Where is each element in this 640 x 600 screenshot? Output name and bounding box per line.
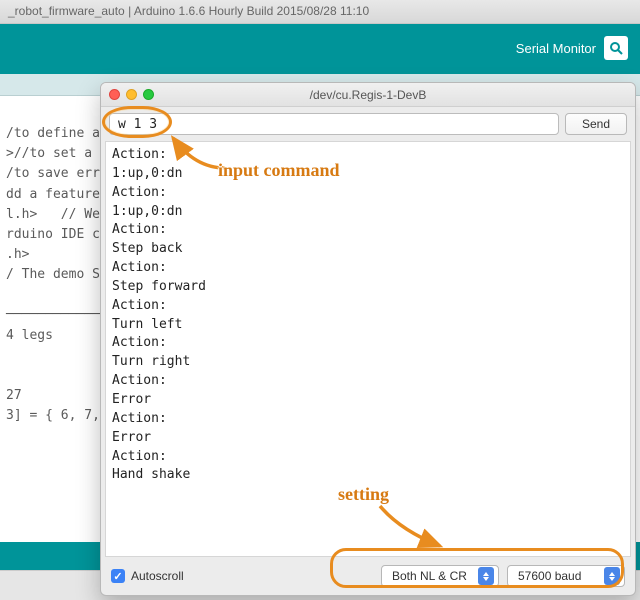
checkmark-icon: ✓ — [111, 569, 125, 583]
line-ending-value: Both NL & CR — [392, 569, 467, 583]
chevron-updown-icon — [478, 567, 494, 585]
baud-select[interactable]: 57600 baud — [507, 565, 625, 587]
serial-monitor-button[interactable]: Serial Monitor — [516, 36, 628, 60]
window-controls — [109, 89, 154, 100]
monitor-output[interactable]: Action: 1:up,0:dn Action: 1:up,0:dn Acti… — [105, 141, 631, 557]
monitor-title: /dev/cu.Regis-1-DevB — [101, 88, 635, 102]
close-icon[interactable] — [109, 89, 120, 100]
monitor-titlebar[interactable]: /dev/cu.Regis-1-DevB — [101, 83, 635, 107]
monitor-bottom-bar: ✓ Autoscroll Both NL & CR 57600 baud — [101, 557, 635, 595]
ide-titlebar: _robot_firmware_auto | Arduino 1.6.6 Hou… — [0, 0, 640, 24]
autoscroll-checkbox[interactable]: ✓ Autoscroll — [111, 569, 184, 583]
magnifier-icon — [604, 36, 628, 60]
ide-toolbar: Serial Monitor — [0, 24, 640, 74]
send-button[interactable]: Send — [565, 113, 627, 135]
chevron-updown-icon — [604, 567, 620, 585]
serial-monitor-window: /dev/cu.Regis-1-DevB Send Action: 1:up,0… — [100, 82, 636, 596]
autoscroll-label: Autoscroll — [131, 569, 184, 583]
line-ending-select[interactable]: Both NL & CR — [381, 565, 499, 587]
minimize-icon[interactable] — [126, 89, 137, 100]
command-input[interactable] — [109, 113, 559, 135]
serial-monitor-label: Serial Monitor — [516, 41, 596, 56]
monitor-input-row: Send — [101, 107, 635, 141]
baud-value: 57600 baud — [518, 569, 581, 583]
zoom-icon[interactable] — [143, 89, 154, 100]
